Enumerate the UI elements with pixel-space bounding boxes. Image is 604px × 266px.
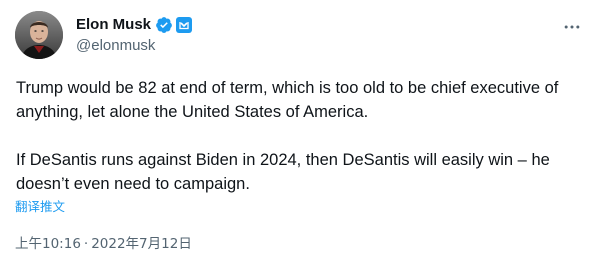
- tweet-text: Trump would be 82 at end of term, which …: [16, 76, 588, 196]
- avatar[interactable]: [15, 11, 63, 59]
- verified-badge-icon: [155, 16, 173, 34]
- tweet-card: Elon Musk @elonmusk Trump would be 82 at…: [0, 0, 604, 266]
- tweet-time[interactable]: 上午10:16: [15, 234, 81, 254]
- tweet-date[interactable]: 2022年7月12日: [91, 234, 192, 254]
- affiliate-badge-icon: [176, 17, 193, 33]
- more-options-button[interactable]: [556, 11, 588, 43]
- tweet-timestamp: 上午10:16 · 2022年7月12日: [15, 234, 192, 254]
- author-display-name[interactable]: Elon Musk: [76, 15, 151, 35]
- author-handle[interactable]: @elonmusk: [76, 36, 155, 56]
- avatar-image: [15, 11, 63, 59]
- tweet-paragraph: Trump would be 82 at end of term, which …: [16, 79, 559, 121]
- more-options-icon: [564, 25, 580, 29]
- meta-separator: ·: [83, 236, 89, 252]
- author-name-row: Elon Musk: [76, 15, 193, 35]
- tweet-paragraph: If DeSantis runs against Biden in 2024, …: [16, 151, 550, 193]
- translate-tweet-link[interactable]: 翻译推文: [15, 199, 65, 215]
